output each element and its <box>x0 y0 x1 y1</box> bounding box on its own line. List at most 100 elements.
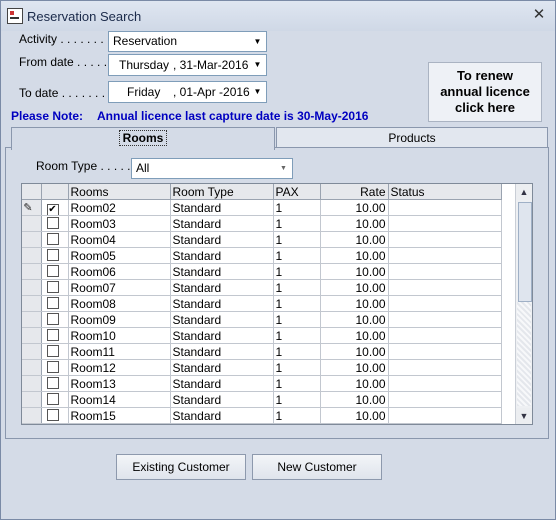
checkbox-cell[interactable] <box>41 327 69 344</box>
row-selector[interactable] <box>22 343 42 360</box>
row-selector[interactable] <box>22 311 42 328</box>
row-checkbox[interactable] <box>46 281 59 293</box>
existing-customer-button[interactable]: Existing Customer <box>116 454 246 480</box>
checkbox-cell[interactable] <box>41 391 69 408</box>
table-row[interactable]: Room11 Standard 1 10.00 <box>22 343 502 360</box>
row-selector[interactable] <box>22 247 42 264</box>
row-checkbox[interactable] <box>46 217 59 229</box>
cell-status <box>388 231 502 248</box>
row-checkbox[interactable] <box>46 265 59 277</box>
row-selector[interactable]: ✎ <box>22 199 42 216</box>
row-selector[interactable] <box>22 215 42 232</box>
cell-pax: 1 <box>273 311 321 328</box>
row-selector[interactable] <box>22 231 42 248</box>
cell-pax: 1 <box>273 279 321 296</box>
licence-note: Annual licence last capture date is 30-M… <box>97 109 369 123</box>
row-selector[interactable] <box>22 407 42 424</box>
row-selector[interactable] <box>22 327 42 344</box>
table-row[interactable]: Room06 Standard 1 10.00 <box>22 263 502 280</box>
cell-room: Room02 <box>68 199 171 216</box>
table-row[interactable]: Room13 Standard 1 10.00 <box>22 375 502 392</box>
row-checkbox[interactable] <box>46 313 59 325</box>
checkbox-cell[interactable] <box>41 423 69 424</box>
col-header-pax[interactable]: PAX <box>273 184 321 200</box>
renew-licence-button[interactable]: To renew annual licence click here <box>428 62 542 122</box>
chevron-down-icon[interactable]: ▼ <box>250 83 265 101</box>
row-selector[interactable] <box>22 263 42 280</box>
row-selector[interactable] <box>22 359 42 376</box>
row-checkbox[interactable] <box>46 233 59 245</box>
table-row[interactable]: Room15 Standard 1 10.00 <box>22 407 502 424</box>
cell-status <box>388 279 502 296</box>
room-type-select[interactable]: All ▼ <box>131 158 293 179</box>
checkbox-cell[interactable]: ✔ <box>41 199 69 216</box>
activity-select[interactable]: Reservation ▼ <box>108 31 267 52</box>
row-checkbox[interactable] <box>46 393 59 405</box>
checkbox-cell[interactable] <box>41 263 69 280</box>
chevron-down-icon[interactable]: ▼ <box>250 33 265 50</box>
cell-status <box>388 311 502 328</box>
col-header-rate[interactable]: Rate <box>320 184 389 200</box>
row-checkbox[interactable] <box>46 329 59 341</box>
table-row[interactable]: Room16Standard110.00 <box>22 423 502 424</box>
checkbox-cell[interactable] <box>41 295 69 312</box>
row-checkbox-checked[interactable]: ✔ <box>46 204 59 215</box>
checkbox-cell[interactable] <box>41 215 69 232</box>
scroll-down-icon[interactable]: ▼ <box>516 408 532 424</box>
row-selector[interactable] <box>22 375 42 392</box>
table-row[interactable]: Room07 Standard 1 10.00 <box>22 279 502 296</box>
checkbox-cell[interactable] <box>41 279 69 296</box>
row-checkbox[interactable] <box>46 409 59 421</box>
table-row[interactable]: Room04 Standard 1 10.00 <box>22 231 502 248</box>
row-checkbox[interactable] <box>46 297 59 309</box>
cell-status <box>388 215 502 232</box>
from-day: Thursday <box>119 58 170 72</box>
cell-rate: 10.00 <box>320 375 389 392</box>
checkbox-cell[interactable] <box>41 343 69 360</box>
row-checkbox[interactable] <box>46 249 59 261</box>
table-row[interactable]: Room03 Standard 1 10.00 <box>22 215 502 232</box>
checkbox-cell[interactable] <box>41 375 69 392</box>
scroll-up-icon[interactable]: ▲ <box>516 184 532 200</box>
row-checkbox[interactable] <box>46 345 59 357</box>
table-row[interactable]: Room12 Standard 1 10.00 <box>22 359 502 376</box>
checkbox-cell[interactable] <box>41 359 69 376</box>
checkbox-cell[interactable] <box>41 311 69 328</box>
table-row[interactable]: ✎ ✔ Room02 Standard 1 10.00 <box>22 199 502 216</box>
to-date-picker[interactable]: Friday , 01-Apr -2016 ▼ <box>108 81 267 103</box>
cell-pax: 1 <box>273 423 321 424</box>
scroll-thumb[interactable] <box>518 202 532 302</box>
checkbox-cell[interactable] <box>41 231 69 248</box>
row-selector[interactable] <box>22 295 42 312</box>
cell-pax: 1 <box>273 263 321 280</box>
row-checkbox[interactable] <box>46 361 59 373</box>
col-header-status[interactable]: Status <box>388 184 502 200</box>
checkbox-cell[interactable] <box>41 407 69 424</box>
close-icon[interactable]: ✕ <box>531 7 547 23</box>
table-row[interactable]: Room09 Standard 1 10.00 <box>22 311 502 328</box>
vertical-scrollbar[interactable]: ▲ ▼ <box>515 184 532 424</box>
rooms-grid: Rooms Room Type PAX Rate Status ✎ ✔ Room02… <box>21 183 533 425</box>
row-checkbox[interactable] <box>46 377 59 389</box>
table-row[interactable]: Room08 Standard 1 10.00 <box>22 295 502 312</box>
cell-status <box>388 327 502 344</box>
tab-products[interactable]: Products <box>276 127 548 148</box>
chevron-down-icon[interactable]: ▼ <box>276 160 291 177</box>
row-selector[interactable] <box>22 391 42 408</box>
cell-room-type: Standard <box>170 199 274 216</box>
app-icon <box>7 8 23 24</box>
chevron-down-icon[interactable]: ▼ <box>250 56 265 74</box>
table-row[interactable]: Room10 Standard 1 10.00 <box>22 327 502 344</box>
row-selector[interactable] <box>22 423 42 424</box>
table-row[interactable]: Room05 Standard 1 10.00 <box>22 247 502 264</box>
reservation-search-window: Reservation Search ✕ Activity . . . . . … <box>0 0 556 520</box>
table-row[interactable]: Room14 Standard 1 10.00 <box>22 391 502 408</box>
col-header-room-type[interactable]: Room Type <box>170 184 274 200</box>
new-customer-button[interactable]: New Customer <box>252 454 382 480</box>
col-header-rooms[interactable]: Rooms <box>68 184 171 200</box>
scroll-track[interactable] <box>517 302 531 406</box>
checkbox-cell[interactable] <box>41 247 69 264</box>
tab-rooms[interactable]: Rooms <box>11 127 275 150</box>
from-date-picker[interactable]: Thursday , 31-Mar-2016 ▼ <box>108 54 267 76</box>
row-selector[interactable] <box>22 279 42 296</box>
